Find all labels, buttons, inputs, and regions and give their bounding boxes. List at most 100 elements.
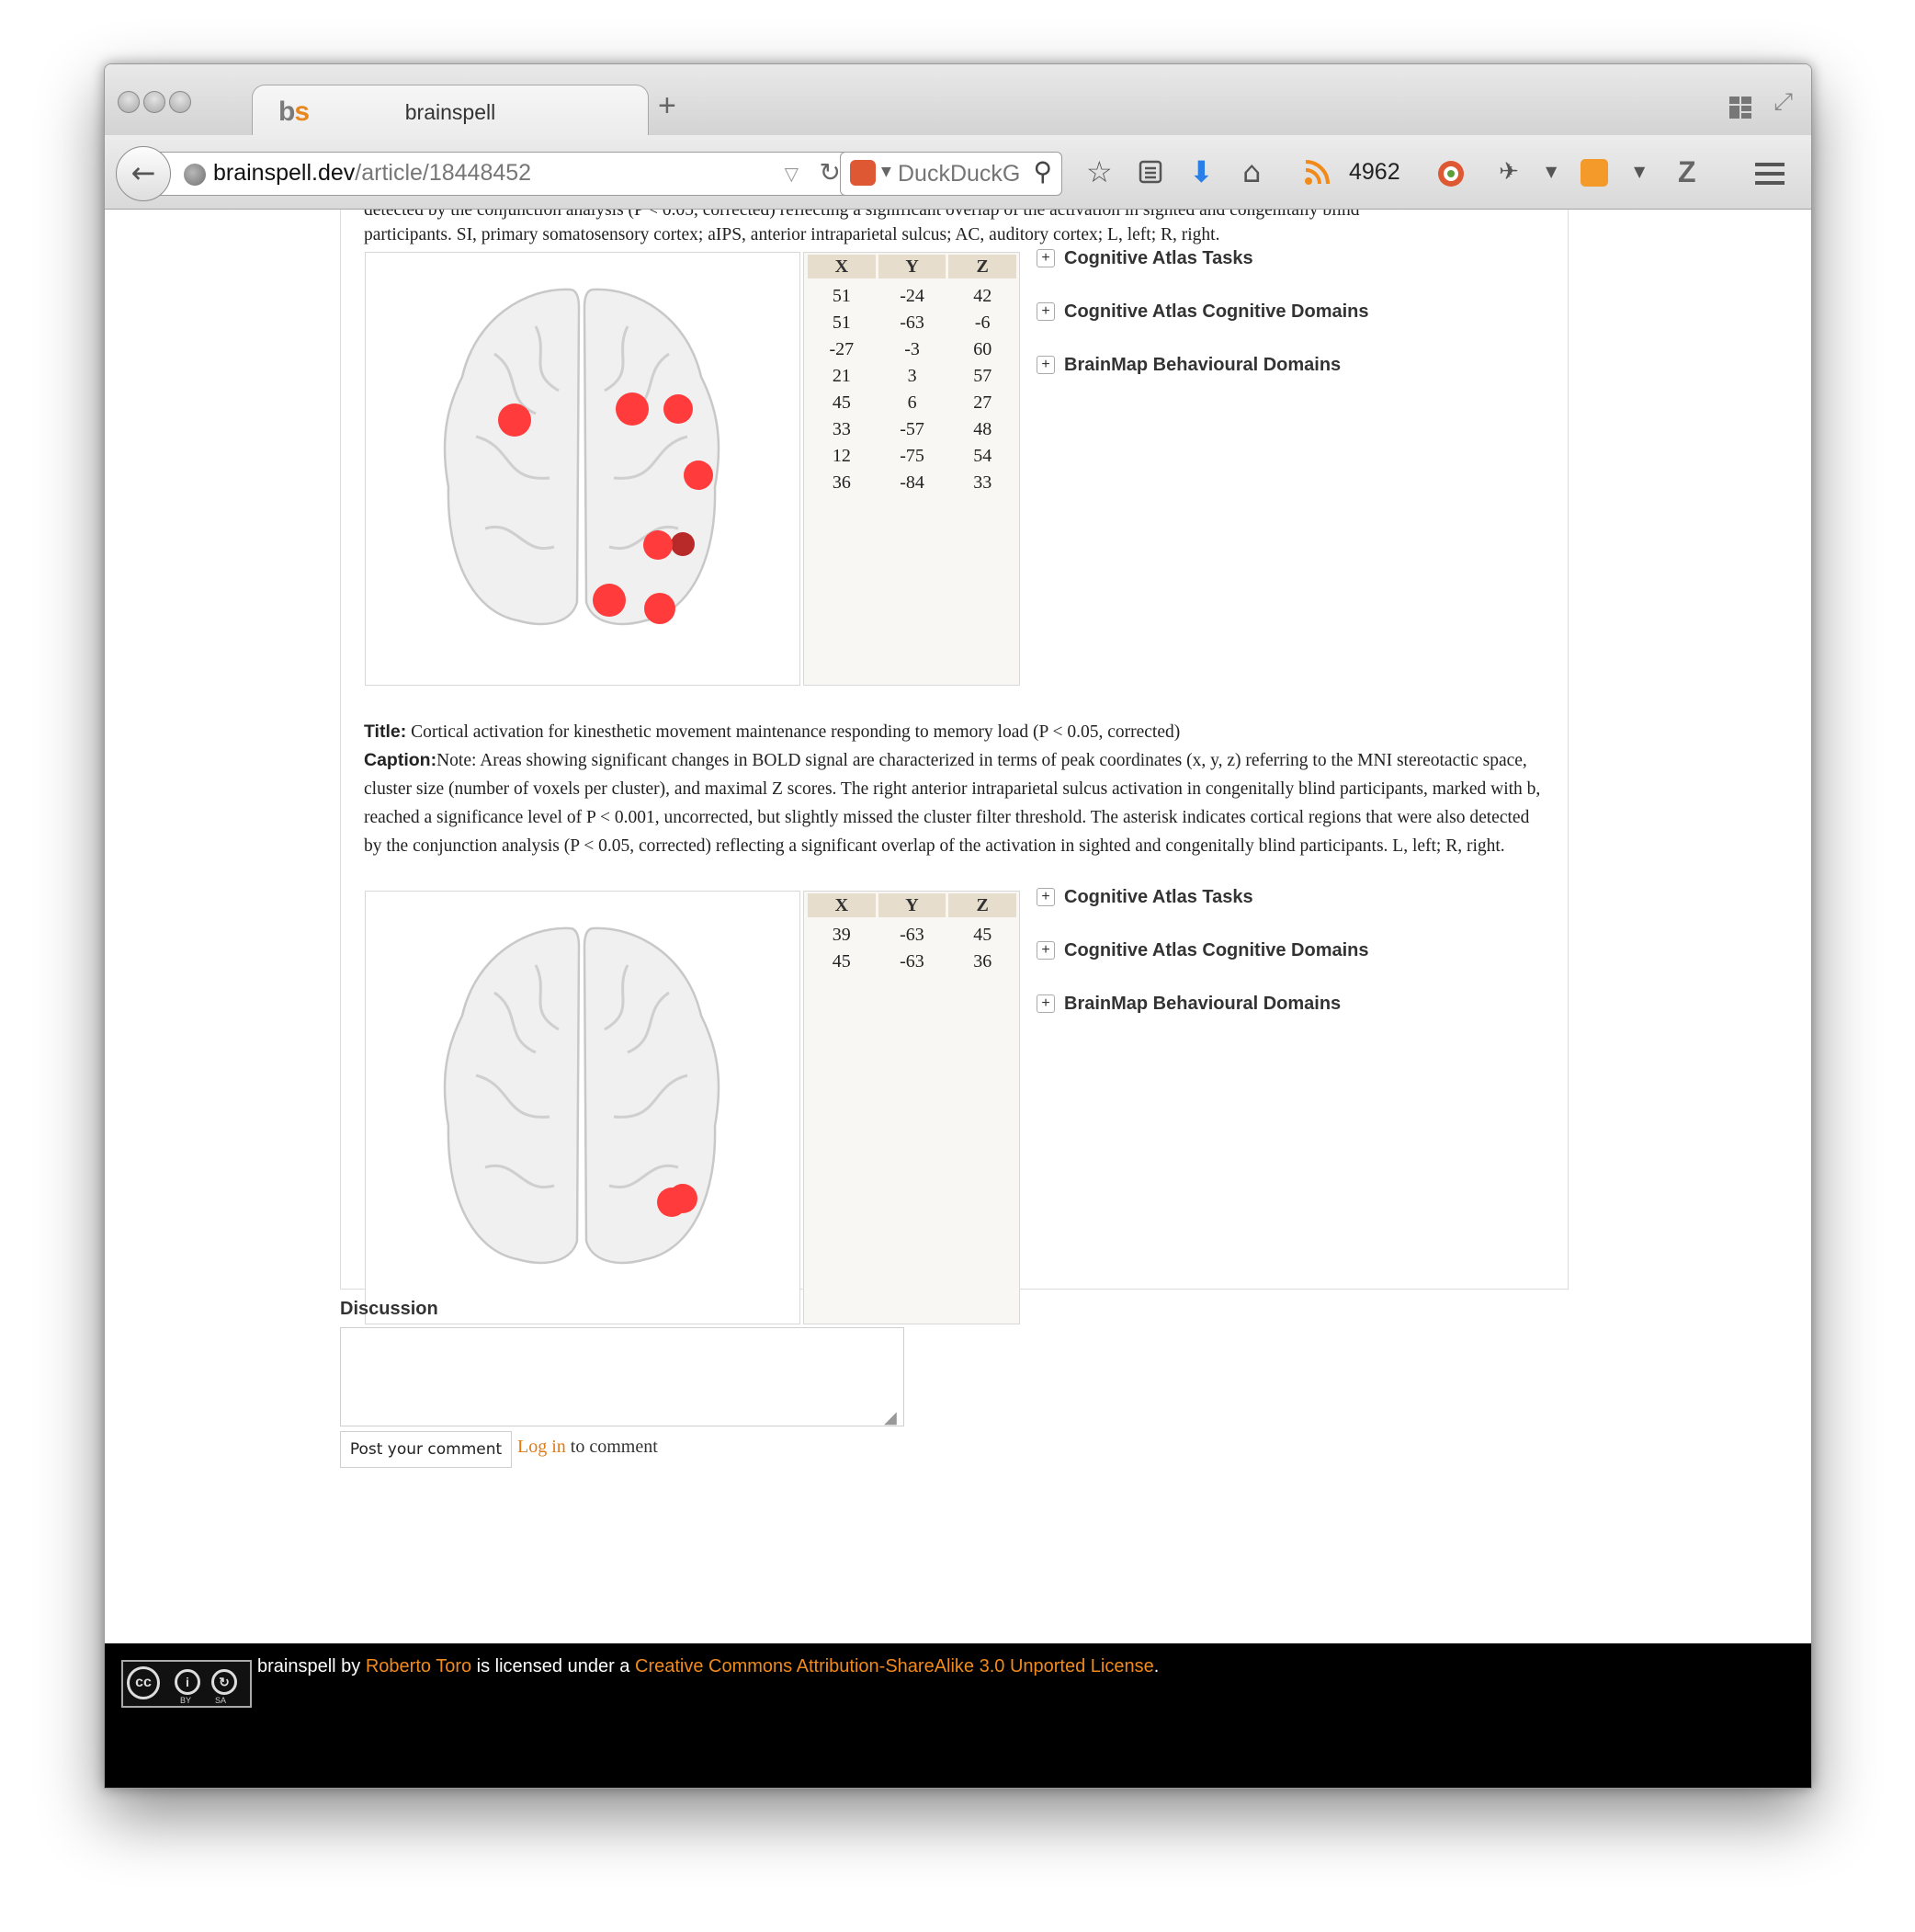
url-dropdown-icon[interactable]: ▽ [785, 163, 799, 185]
coordinate-row[interactable]: 45 -63 36 [808, 949, 1016, 975]
browser-window: bs brainspell + ⤢ ← brainspell.dev/artic… [104, 63, 1812, 1789]
footer: cc i ↻ BY SA brainspell by Roberto Toro … [105, 1643, 1811, 1788]
coord-y: 3 [907, 366, 917, 386]
coordinate-table-1: X Y Z 51 -24 42 51 -63 -6 -27 -3 60 21 3 57 45 6 2… [803, 252, 1020, 686]
menu-icon[interactable] [1755, 163, 1785, 185]
table1-caption-end: participants. SI, primary somatosensory … [364, 225, 1220, 244]
expand-plus-icon[interactable]: + [1037, 356, 1055, 374]
search-input[interactable] [898, 161, 1019, 188]
expand-plus-icon[interactable]: + [1037, 941, 1055, 960]
column-header-x: X [808, 255, 876, 278]
brain-viewer-2[interactable] [365, 891, 800, 1324]
coordinate-row[interactable]: 12 -75 54 [808, 443, 1016, 470]
ontology-cognitive-atlas-tasks[interactable]: + Cognitive Atlas Tasks [1037, 248, 1253, 269]
close-window-button[interactable] [118, 91, 140, 113]
search-bar[interactable]: ▼ ⚲ [840, 152, 1062, 196]
share-alike-icon: ↻ [211, 1669, 237, 1695]
tab-groups-icon[interactable] [1728, 96, 1752, 119]
cc-icon: cc [127, 1666, 160, 1699]
activation-peak [644, 593, 675, 624]
duckduckgo-icon[interactable] [850, 160, 876, 186]
coordinate-row[interactable]: 51 -63 -6 [808, 310, 1016, 336]
coord-z: 60 [973, 339, 992, 359]
addon-dropdown-icon[interactable]: ▼ [1546, 153, 1557, 190]
url-bar[interactable]: brainspell.dev/article/18448452 ▽ ↻ [155, 152, 858, 196]
coordinate-row[interactable]: 51 -24 42 [808, 278, 1016, 310]
coord-x: 45 [832, 392, 851, 413]
ontology-label: BrainMap Behavioural Domains [1064, 355, 1342, 375]
new-tab-button[interactable]: + [658, 90, 676, 121]
creative-commons-badge[interactable]: cc i ↻ BY SA [121, 1660, 252, 1708]
caption-text: Note: Areas showing significant changes … [364, 751, 1541, 856]
ontology-brainmap-behavioural-domains[interactable]: + BrainMap Behavioural Domains [1037, 994, 1341, 1015]
search-icon[interactable]: ⚲ [1033, 156, 1052, 187]
ontology-label: Cognitive Atlas Cognitive Domains [1064, 940, 1369, 960]
addon-dropdown-icon[interactable]: ▼ [1634, 153, 1645, 190]
resize-grip-icon[interactable]: ◢ [884, 1408, 897, 1427]
zotero-icon[interactable]: Z [1678, 153, 1696, 190]
url-text[interactable]: brainspell.dev/article/18448452 [213, 160, 531, 187]
ontology-cognitive-atlas-domains[interactable]: + Cognitive Atlas Cognitive Domains [1037, 301, 1369, 323]
login-suffix: to comment [565, 1437, 658, 1457]
coordinate-row[interactable]: 36 -84 33 [808, 470, 1016, 496]
zoom-window-button[interactable] [169, 91, 191, 113]
ghostery-icon[interactable]: ✈ [1499, 153, 1519, 190]
coordinate-row[interactable]: -27 -3 60 [808, 336, 1016, 363]
duckduckgo-addon-icon[interactable] [1436, 159, 1466, 188]
license-link[interactable]: Creative Commons Attribution-ShareAlike … [635, 1656, 1154, 1676]
coordinate-row[interactable]: 33 -57 48 [808, 416, 1016, 443]
home-icon[interactable]: ⌂ [1242, 153, 1261, 190]
minimize-window-button[interactable] [143, 91, 165, 113]
post-comment-button[interactable]: Post your comment [340, 1431, 512, 1468]
coord-x: 51 [832, 286, 851, 306]
caption-label: Caption: [364, 750, 437, 770]
activation-peak [643, 530, 673, 560]
ontology-brainmap-behavioural-domains[interactable]: + BrainMap Behavioural Domains [1037, 355, 1341, 376]
expand-plus-icon[interactable]: + [1037, 994, 1055, 1013]
expand-plus-icon[interactable]: + [1037, 249, 1055, 267]
search-engine-dropdown-icon[interactable]: ▼ [881, 165, 891, 179]
discussion-heading: Discussion [340, 1299, 438, 1319]
table2-caption: Caption:Note: Areas showing significant … [364, 746, 1549, 860]
table2-title: Title: Cortical activation for kinesthet… [364, 718, 1549, 746]
tab-brainspell[interactable]: bs brainspell [252, 85, 649, 137]
ontology-label: Cognitive Atlas Cognitive Domains [1064, 301, 1369, 322]
table2-heading: Title: Cortical activation for kinesthet… [364, 718, 1549, 860]
activation-peak [684, 460, 713, 490]
brain-viewer-1[interactable] [365, 252, 800, 686]
coord-x: -27 [829, 339, 855, 359]
coord-z: 36 [973, 951, 992, 972]
expand-plus-icon[interactable]: + [1037, 888, 1055, 906]
reload-icon[interactable]: ↻ [820, 157, 841, 188]
author-link[interactable]: Roberto Toro [366, 1656, 471, 1676]
activation-peak [663, 394, 693, 424]
fullscreen-icon[interactable]: ⤢ [1773, 88, 1793, 117]
back-button[interactable]: ← [116, 146, 171, 201]
downloads-icon[interactable]: ⬇ [1189, 153, 1214, 190]
coordinate-row[interactable]: 45 6 27 [808, 390, 1016, 416]
coord-y: -57 [900, 419, 924, 439]
ontology-cognitive-atlas-domains[interactable]: + Cognitive Atlas Cognitive Domains [1037, 940, 1369, 961]
login-link[interactable]: Log in [517, 1437, 566, 1457]
brain-outline [443, 288, 720, 626]
comment-textarea[interactable] [340, 1327, 904, 1426]
title-label: Title: [364, 722, 407, 742]
coordinate-row[interactable]: 21 3 57 [808, 363, 1016, 390]
coord-x: 21 [832, 366, 851, 386]
badge-sa-label: SA [215, 1696, 227, 1705]
coord-z: 42 [973, 286, 992, 306]
bookmark-star-icon[interactable]: ☆ [1086, 153, 1113, 190]
globe-icon [184, 164, 206, 186]
expand-plus-icon[interactable]: + [1037, 302, 1055, 321]
rss-feed-icon[interactable] [1303, 157, 1332, 187]
badge-by-label: BY [180, 1696, 192, 1705]
column-header-z: Z [948, 255, 1016, 278]
ontology-cognitive-atlas-tasks[interactable]: + Cognitive Atlas Tasks [1037, 887, 1253, 908]
coord-y: -84 [900, 472, 924, 493]
footer-prefix: brainspell by [257, 1656, 366, 1676]
bookmarks-list-icon[interactable] [1138, 159, 1163, 185]
coordinate-row[interactable]: 39 -63 45 [808, 917, 1016, 949]
activation-peak [593, 584, 626, 617]
ontology-label: Cognitive Atlas Tasks [1064, 887, 1253, 907]
readability-icon[interactable] [1581, 159, 1608, 187]
